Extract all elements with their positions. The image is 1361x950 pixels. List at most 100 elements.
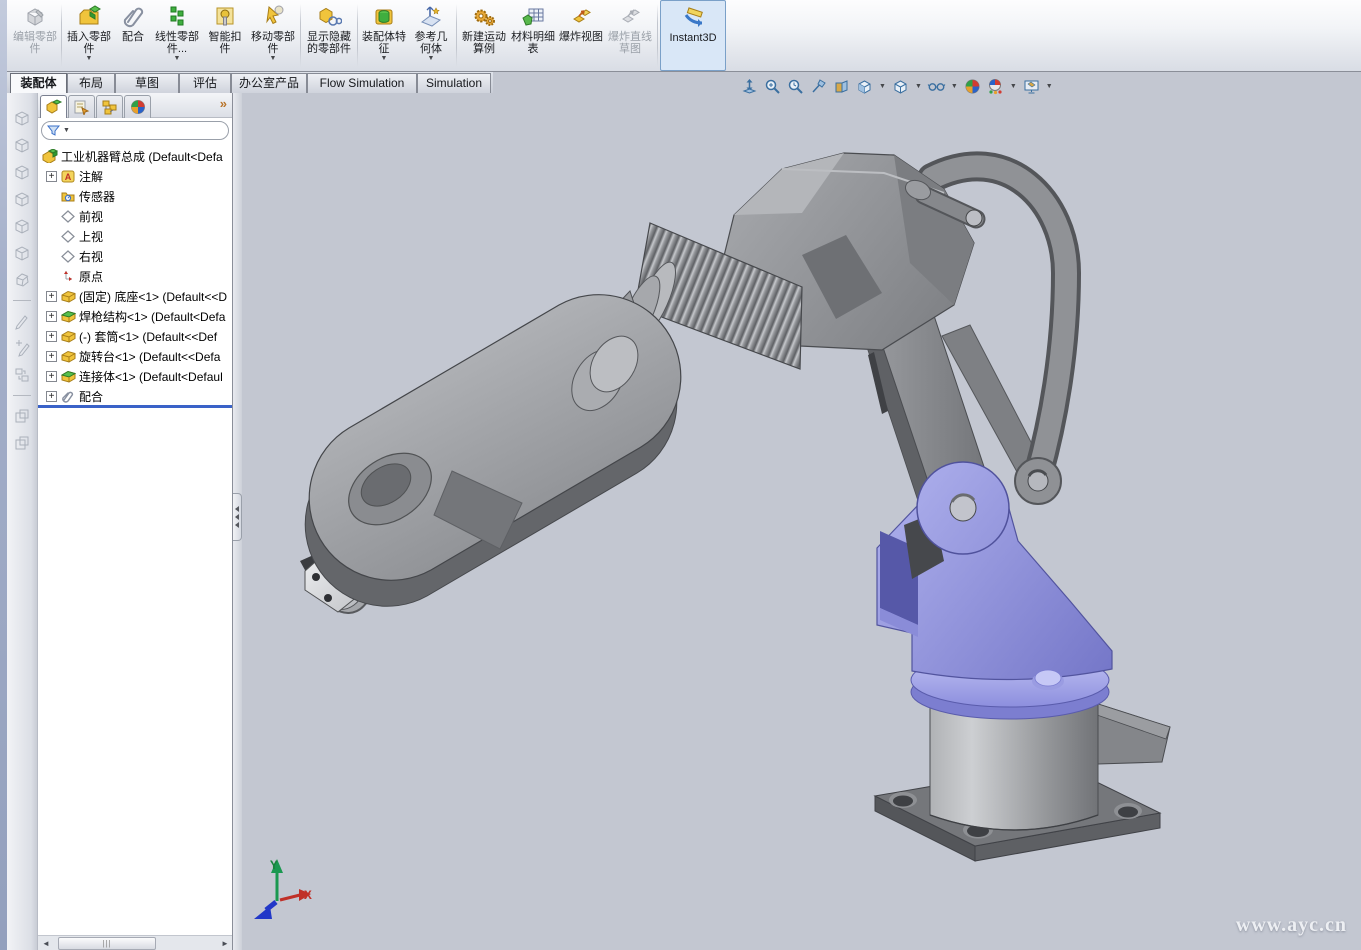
- pedestal-cylinder[interactable]: [930, 704, 1098, 830]
- tree-item-connector-part[interactable]: + 连接体<1> (Default<Defaul: [46, 367, 233, 385]
- dropdown-arrow[interactable]: ▼: [381, 55, 388, 63]
- expand-icon[interactable]: +: [46, 171, 57, 182]
- graphics-area[interactable]: Y X www.ayc.cn: [242, 93, 1361, 950]
- view-cube-icon[interactable]: [11, 188, 33, 210]
- forearm-body[interactable]: [305, 295, 681, 607]
- explode-line-sketch-button[interactable]: 爆炸直线草图: [605, 0, 655, 71]
- tab-featuremanager[interactable]: [40, 95, 67, 118]
- tree-item-label: 焊枪结构<1> (Default<Defa: [79, 308, 225, 325]
- instant3d-label: Instant3D: [663, 32, 723, 44]
- tree-split-bar[interactable]: [38, 405, 233, 408]
- expand-icon[interactable]: +: [46, 391, 57, 402]
- tree-item-weld-gun-part[interactable]: + 焊枪结构<1> (Default<Defa: [46, 307, 233, 325]
- tab-office-products[interactable]: 办公室产品: [231, 73, 307, 93]
- tree-item-front-plane[interactable]: 前视: [46, 207, 233, 225]
- linear-pattern-button[interactable]: 线性零部件... ▼: [152, 0, 202, 71]
- show-hidden-components-button[interactable]: 显示隐藏的零部件: [303, 0, 355, 71]
- tree-item-annotations[interactable]: + A 注解: [46, 167, 233, 185]
- view-orientation-icon[interactable]: [855, 77, 874, 96]
- tab-flow-simulation[interactable]: Flow Simulation: [307, 73, 417, 93]
- tab-configurationmanager[interactable]: [96, 95, 123, 118]
- new-motion-study-button[interactable]: 新建运动算例: [459, 0, 509, 71]
- new-motion-study-icon: [471, 3, 497, 31]
- expand-icon[interactable]: +: [46, 331, 57, 342]
- assembly-features-button[interactable]: 装配体特征 ▼: [360, 0, 408, 71]
- tab-assembly[interactable]: 装配体: [10, 73, 67, 93]
- panel-splitter[interactable]: [233, 93, 242, 950]
- tab-propertymanager[interactable]: [68, 95, 95, 118]
- scroll-right-arrow[interactable]: ►: [218, 937, 232, 950]
- add-sketch-icon[interactable]: [11, 337, 33, 359]
- tab-simulation[interactable]: Simulation: [417, 73, 491, 93]
- insert-component-button[interactable]: 插入零部件 ▼: [64, 0, 114, 71]
- tree-filter-input[interactable]: ▼: [41, 121, 229, 140]
- zoom-to-area-icon[interactable]: [763, 77, 782, 96]
- dropdown-arrow[interactable]: ▼: [428, 55, 435, 63]
- display-style-icon[interactable]: [891, 77, 910, 96]
- expand-icon[interactable]: +: [46, 371, 57, 382]
- section-view-icon[interactable]: [809, 77, 828, 96]
- swap-components-icon[interactable]: [11, 364, 33, 386]
- tab-evaluate[interactable]: 评估: [179, 73, 231, 93]
- filter-dropdown-arrow[interactable]: ▼: [63, 127, 70, 134]
- tree-item-assembly-root[interactable]: 工业机器臂总成 (Default<Defa: [42, 147, 233, 165]
- apply-scene-icon[interactable]: [963, 77, 982, 96]
- tree-item-label: 旋转台<1> (Default<<Defa: [79, 348, 220, 365]
- expand-icon[interactable]: +: [46, 311, 57, 322]
- instant3d-button[interactable]: Instant3D: [660, 0, 726, 71]
- dropdown-arrow[interactable]: ▼: [1046, 83, 1053, 90]
- panel-collapse-handle[interactable]: [233, 493, 242, 541]
- dropdown-arrow[interactable]: ▼: [86, 55, 93, 63]
- tree-item-sleeve-part[interactable]: + (-) 套筒<1> (Default<<Def: [46, 327, 233, 345]
- tree-item-label: 传感器: [79, 188, 115, 205]
- tree-item-top-plane[interactable]: 上视: [46, 227, 233, 245]
- dropdown-arrow[interactable]: ▼: [1010, 83, 1017, 90]
- edit-appearance-icon[interactable]: [986, 77, 1005, 96]
- previous-view-icon[interactable]: [786, 77, 805, 96]
- reference-geometry-button[interactable]: 参考几何体 ▼: [408, 0, 454, 71]
- bill-of-materials-button[interactable]: 材料明细表: [509, 0, 557, 71]
- hide-show-items-icon[interactable]: [927, 77, 946, 96]
- move-component-button[interactable]: 移动零部件 ▼: [248, 0, 298, 71]
- plane-icon: [60, 249, 76, 263]
- tree-item-origin[interactable]: 原点: [46, 267, 233, 285]
- scroll-left-arrow[interactable]: ◄: [39, 937, 53, 950]
- layered-parts-icon[interactable]: [11, 405, 33, 427]
- expand-icon[interactable]: +: [46, 351, 57, 362]
- view-cube-icon[interactable]: [11, 107, 33, 129]
- exploded-view-button[interactable]: 爆炸视图: [557, 0, 605, 71]
- view-cube-icon[interactable]: [11, 242, 33, 264]
- dropdown-arrow[interactable]: ▼: [879, 83, 886, 90]
- ribbon-separator: [456, 4, 457, 67]
- tab-layout[interactable]: 布局: [67, 73, 115, 93]
- edit-component-button[interactable]: 编辑零部件: [11, 0, 59, 71]
- scrollbar-thumb[interactable]: |||: [58, 937, 156, 950]
- view-settings-icon[interactable]: [1022, 77, 1041, 96]
- view-cube-icon[interactable]: [11, 161, 33, 183]
- expand-icon[interactable]: +: [46, 291, 57, 302]
- layered-parts-icon[interactable]: [11, 432, 33, 454]
- isometric-view-icon[interactable]: [11, 269, 33, 291]
- mate-button[interactable]: 配合: [114, 0, 152, 71]
- tree-item-turntable-part[interactable]: + 旋转台<1> (Default<<Defa: [46, 347, 233, 365]
- view-cube-icon[interactable]: [11, 215, 33, 237]
- dropdown-arrow[interactable]: ▼: [915, 83, 922, 90]
- tree-item-right-plane[interactable]: 右视: [46, 247, 233, 265]
- tree-item-mates[interactable]: + 配合: [46, 387, 233, 405]
- tree-horizontal-scrollbar[interactable]: ◄ ||| ►: [38, 935, 233, 950]
- smart-fasteners-button[interactable]: 智能扣件: [202, 0, 248, 71]
- side-bracket[interactable]: [1095, 703, 1170, 764]
- bracket-pivot-lug[interactable]: [917, 462, 1009, 554]
- sketch-icon[interactable]: [11, 310, 33, 332]
- dropdown-arrow[interactable]: ▼: [270, 55, 277, 63]
- view-selector-icon[interactable]: [832, 77, 851, 96]
- view-cube-icon[interactable]: [11, 134, 33, 156]
- zoom-to-fit-icon[interactable]: [740, 77, 759, 96]
- panel-overflow-chevron[interactable]: »: [220, 96, 227, 111]
- tree-item-base-part[interactable]: + (固定) 底座<1> (Default<<D: [46, 287, 233, 305]
- dropdown-arrow[interactable]: ▼: [951, 83, 958, 90]
- tab-sketch[interactable]: 草图: [115, 73, 179, 93]
- tree-item-sensors[interactable]: 传感器: [46, 187, 233, 205]
- tab-displaymanager[interactable]: [124, 95, 151, 118]
- dropdown-arrow[interactable]: ▼: [174, 55, 181, 63]
